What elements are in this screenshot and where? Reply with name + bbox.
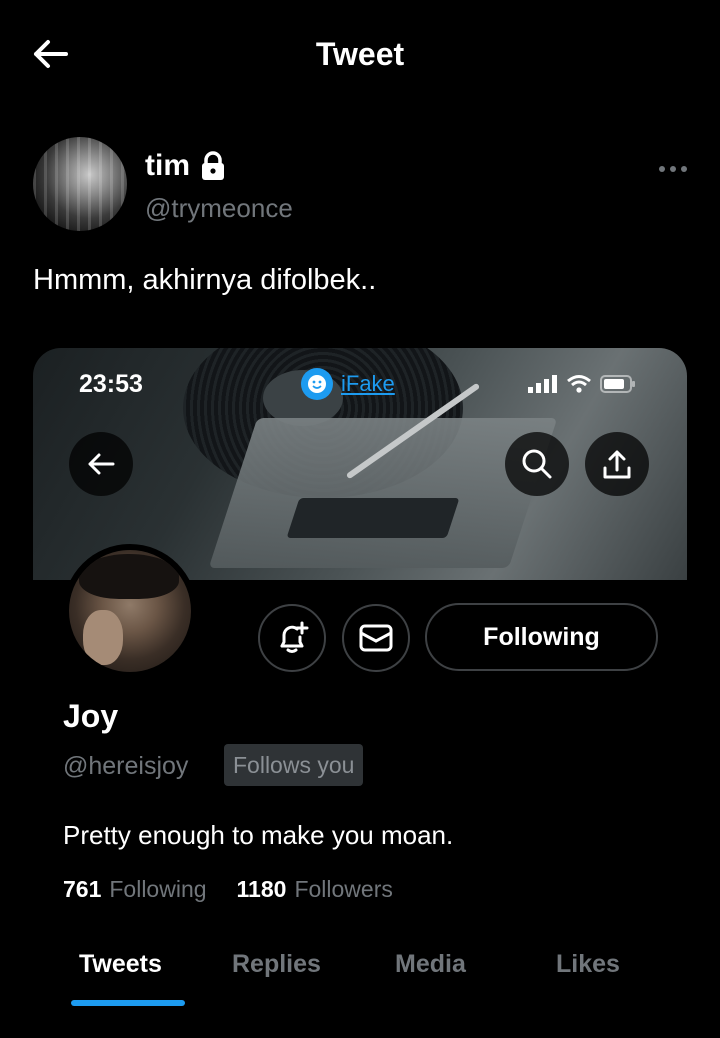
profile-handle: @hereisjoy [63, 752, 189, 780]
author-handle[interactable]: @trymeonce [145, 193, 293, 224]
signal-icon [528, 375, 557, 393]
wifi-icon [567, 375, 591, 393]
top-bar: Tweet [0, 0, 720, 110]
profile-back-button[interactable] [69, 432, 133, 496]
message-button[interactable] [342, 604, 410, 672]
profile-name: Joy [63, 698, 119, 734]
smiley-icon [301, 368, 333, 400]
profile-bio: Pretty enough to make you moan. [63, 820, 454, 850]
status-bar-icons [528, 374, 636, 394]
search-icon [522, 449, 552, 479]
arrow-left-icon [88, 453, 115, 475]
ifake-watermark: iFake [301, 368, 395, 400]
profile-stats: 761 Following 1180 Followers [63, 876, 393, 903]
author-name[interactable]: tim [145, 149, 190, 183]
status-bar-time: 23:53 [79, 370, 143, 398]
notifications-button[interactable] [258, 604, 326, 672]
battery-icon [600, 375, 635, 393]
tab-tweets[interactable]: Tweets [79, 950, 162, 979]
author-avatar[interactable] [33, 137, 127, 231]
bell-plus-icon [280, 621, 309, 653]
envelope-icon [359, 624, 393, 652]
profile-share-button[interactable] [585, 432, 649, 496]
page-title: Tweet [315, 36, 405, 72]
more-horizontal-icon [659, 166, 687, 172]
following-count[interactable]: 761 [63, 876, 101, 903]
follows-you-badge: Follows you [224, 744, 364, 786]
ifake-label: iFake [341, 371, 395, 396]
profile-tabs: Tweets Replies Media Likes [33, 944, 687, 1014]
share-icon [603, 450, 631, 479]
active-tab-indicator [71, 1000, 185, 1006]
profile-avatar[interactable] [63, 544, 197, 678]
tweet-author: tim @trymeonce [33, 137, 693, 233]
tab-replies[interactable]: Replies [232, 950, 321, 979]
followers-count[interactable]: 1180 [237, 876, 287, 903]
tweet-media-image[interactable]: 23:53 iFake Following Joy @hereisjoy Fol… [33, 348, 687, 1038]
profile-search-button[interactable] [505, 432, 569, 496]
author-name-row: tim [145, 149, 226, 183]
lock-icon [202, 151, 224, 180]
following-label[interactable]: Following [109, 876, 206, 903]
tab-likes[interactable]: Likes [556, 950, 620, 979]
followers-label[interactable]: Followers [294, 876, 392, 903]
following-button[interactable]: Following [425, 603, 658, 671]
more-options-button[interactable] [653, 159, 693, 179]
tweet-text: Hmmm, akhirnya difolbek.. [33, 264, 377, 296]
tab-media[interactable]: Media [395, 950, 466, 979]
